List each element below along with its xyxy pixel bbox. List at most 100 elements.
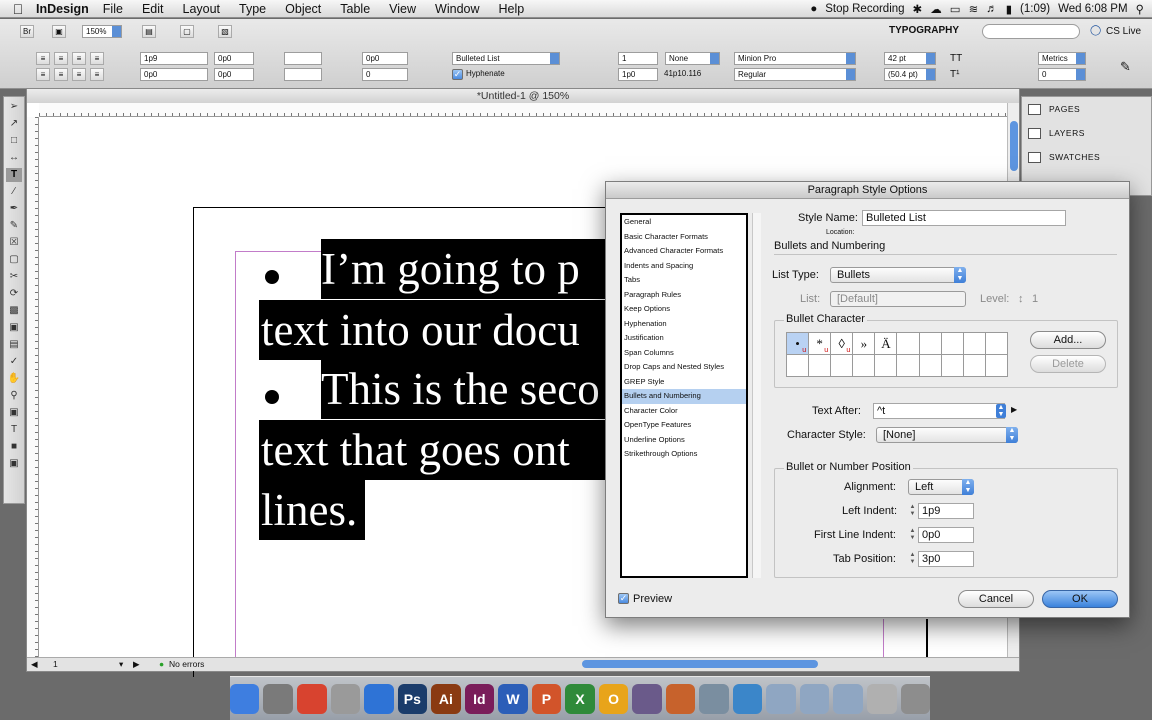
zoom-tool-icon[interactable]: ⚲ — [6, 389, 22, 403]
note-tool-icon[interactable]: ▤ — [6, 338, 22, 352]
menu-type[interactable]: Type — [239, 2, 266, 16]
text-after-dropdown-icon[interactable]: ▲ ▼ — [996, 404, 1006, 418]
delete-bullet-button[interactable]: Delete — [1030, 355, 1106, 373]
leading-select[interactable]: (50.4 pt) — [884, 68, 936, 81]
category-general[interactable]: General — [622, 215, 746, 230]
pencil-icon[interactable]: ✎ — [1120, 59, 1131, 75]
character-style-select[interactable]: [None] ▲ ▼ — [876, 427, 1018, 443]
battery-time[interactable]: (1:09) — [1020, 3, 1050, 15]
first-line-indent-stepper[interactable]: ▲ ▼ — [908, 528, 917, 542]
menu-help[interactable]: Help — [499, 2, 525, 16]
panel-pages[interactable]: PAGES — [1022, 97, 1151, 121]
hyphenate-checkbox[interactable]: ✓ — [452, 69, 463, 80]
category-underline-options[interactable]: Underline Options — [622, 433, 746, 448]
align-spine-icon[interactable]: ≡ — [90, 68, 104, 81]
menu-object[interactable]: Object — [285, 2, 321, 16]
bullet-cell[interactable]: » — [852, 332, 876, 355]
category-paragraph-rules[interactable]: Paragraph Rules — [622, 288, 746, 303]
superscript-icon[interactable]: T¹ — [950, 69, 959, 80]
font-size-select[interactable]: 42 pt — [884, 52, 936, 65]
powerpoint-icon[interactable]: P — [531, 683, 562, 714]
first-page-icon[interactable]: ◀ — [31, 658, 38, 671]
bullet-cell[interactable] — [940, 332, 964, 355]
gutter-field[interactable]: 1p0 — [618, 68, 658, 81]
apple-menu-icon[interactable]:  — [0, 1, 36, 17]
category-keep-options[interactable]: Keep Options — [622, 302, 746, 317]
category-list-scrollbar[interactable] — [752, 213, 761, 578]
category-character-color[interactable]: Character Color — [622, 404, 746, 419]
downloads-icon[interactable] — [833, 683, 864, 714]
space-before-field-2[interactable]: 0p0 — [362, 52, 408, 65]
cancel-button[interactable]: Cancel — [958, 590, 1034, 608]
illustrator-icon[interactable]: Ai — [431, 683, 461, 714]
category-hyphenation[interactable]: Hyphenation — [622, 317, 746, 332]
dialog-title[interactable]: Paragraph Style Options — [606, 182, 1129, 199]
scissors-tool-icon[interactable]: ✂ — [6, 270, 22, 284]
hand-tool-icon[interactable]: ✋ — [6, 372, 22, 386]
bullet-cell[interactable]: Ä — [874, 332, 898, 355]
alignment-select[interactable]: Left ▲ ▼ — [908, 479, 974, 495]
bullet-cell[interactable] — [962, 332, 986, 355]
gap-tool-icon[interactable]: ↔ — [6, 151, 22, 165]
preview-icon[interactable] — [867, 683, 897, 714]
free-transform-tool-icon[interactable]: ⟳ — [6, 287, 22, 301]
safari-icon[interactable] — [732, 683, 763, 714]
panel-layers[interactable]: LAYERS — [1022, 121, 1151, 145]
cs-live-icon[interactable]: ◯ — [1090, 25, 1101, 36]
indesign-icon[interactable]: Id — [464, 683, 495, 714]
document-title[interactable]: *Untitled-1 @ 150% — [27, 89, 1019, 103]
category-strikethrough-options[interactable]: Strikethrough Options — [622, 447, 746, 462]
category-advanced-character-formats[interactable]: Advanced Character Formats — [622, 244, 746, 259]
outlook-icon[interactable]: O — [598, 683, 629, 714]
numbers-icon[interactable] — [699, 683, 729, 714]
arrange-icon[interactable]: ▧ — [218, 25, 232, 38]
bullet-cell[interactable] — [852, 354, 876, 377]
page-tool-icon[interactable]: □ — [6, 134, 22, 148]
bullet-cell[interactable]: • u — [785, 332, 810, 355]
last-indent-field[interactable]: 0p0 — [214, 68, 254, 81]
stop-recording-label[interactable]: Stop Recording — [825, 3, 904, 15]
drop-cap-lines-field[interactable]: 0 — [362, 68, 408, 81]
vertical-ruler[interactable] — [27, 117, 39, 657]
tab-position-input[interactable]: 3p0 — [918, 551, 974, 567]
menu-file[interactable]: File — [103, 2, 123, 16]
clock[interactable]: Wed 6:08 PM — [1058, 3, 1127, 15]
type-tool-icon[interactable]: T — [6, 168, 22, 182]
text-line-2[interactable]: text into our docu — [259, 300, 621, 360]
spotlight-icon[interactable]: ⚲ — [1136, 2, 1144, 16]
special-characters-arrow-icon[interactable]: ▶ — [1011, 405, 1017, 414]
rectangle-tool-icon[interactable]: ▢ — [6, 253, 22, 267]
quill-icon[interactable] — [632, 683, 662, 714]
screen-mode-tool-icon[interactable]: ▣ — [6, 457, 22, 471]
kerning-select[interactable]: Metrics — [1038, 52, 1086, 65]
add-bullet-button[interactable]: Add... — [1030, 331, 1106, 349]
trash-icon[interactable] — [900, 683, 931, 714]
category-tabs[interactable]: Tabs — [622, 273, 746, 288]
panel-swatches[interactable]: SWATCHES — [1022, 145, 1151, 169]
style-name-input[interactable]: Bulleted List — [862, 210, 1066, 226]
apply-color-icon[interactable]: ■ — [6, 440, 22, 454]
stop-recording-icon[interactable]: ● — [810, 3, 817, 15]
bullet-cell[interactable] — [785, 354, 810, 377]
menu-layout[interactable]: Layout — [183, 2, 221, 16]
bullet-cell[interactable] — [830, 354, 854, 377]
page-number-field[interactable]: 1 — [53, 658, 58, 671]
battery-icon[interactable]: ▮ — [1006, 2, 1012, 16]
bridge-icon[interactable]: Br — [20, 25, 34, 38]
bullet-cell[interactable] — [918, 354, 942, 377]
text-line-4[interactable]: text that goes ont — [259, 420, 621, 480]
itunes-icon[interactable] — [364, 683, 394, 714]
zoom-select[interactable]: 150% — [82, 25, 122, 38]
chrome-icon[interactable] — [296, 683, 327, 714]
justify-all-icon[interactable]: ≡ — [72, 68, 86, 81]
right-indent-field[interactable]: 0p0 — [214, 52, 254, 65]
bullet-cell[interactable] — [896, 332, 920, 355]
menu-edit[interactable]: Edit — [142, 2, 164, 16]
columns-field[interactable]: 1 — [618, 52, 658, 65]
align-center-icon[interactable]: ≡ — [54, 52, 68, 65]
fill-stroke-icon[interactable]: ▣ — [6, 406, 22, 420]
menu-table[interactable]: Table — [340, 2, 370, 16]
direct-selection-tool-icon[interactable]: ↗ — [6, 117, 22, 131]
pencil-tool-icon[interactable]: ✎ — [6, 219, 22, 233]
space-before-field[interactable] — [284, 52, 322, 65]
